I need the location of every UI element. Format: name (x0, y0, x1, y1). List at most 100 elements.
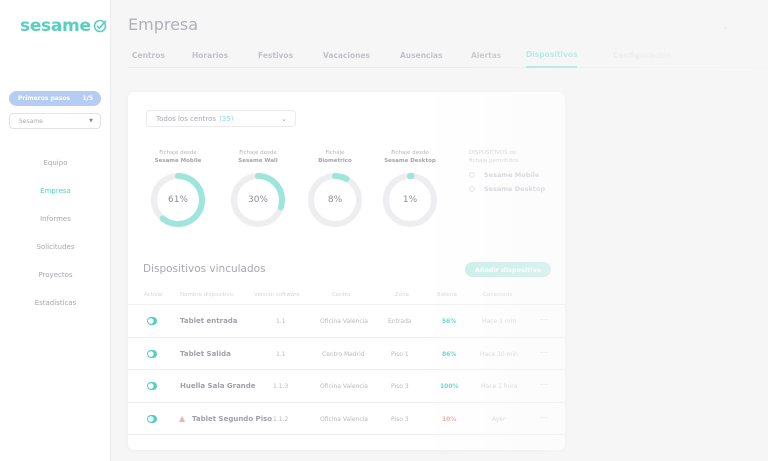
sidebar-item-informes[interactable]: Informes (0, 205, 111, 233)
col-header-version[interactable]: Versión software (254, 292, 300, 298)
devices-table: Activar Nombre dispositivo Versión softw… (128, 286, 565, 435)
tab-dispositivos[interactable]: Dispositivos (526, 42, 578, 68)
donut-value: 30% (247, 195, 268, 205)
stat-label: Fichaje Biométrico (302, 149, 368, 165)
sidebar-item-empresa[interactable]: Empresa (0, 177, 111, 205)
sidebar-item-equipo[interactable]: Equipo (0, 149, 111, 177)
stat-label-line2: Biométrico (318, 158, 352, 164)
allowed-devices-legend: DISPOSITIVOS de fichaje permitidos Sesam… (469, 149, 559, 193)
donut-value: 1% (402, 195, 418, 205)
stat-mobile: Fichaje desde Sesame Mobile 61% (145, 149, 211, 230)
caret-down-icon: ▼ (89, 118, 93, 124)
logo-text: sesame (20, 16, 91, 36)
sesame-logo[interactable]: sesame (20, 16, 107, 36)
stat-label-line2: Sesame Wall (238, 158, 278, 164)
centers-select[interactable]: Todos los centros (35) ⌄ (146, 110, 296, 127)
first-steps-label: Primeros pasos (18, 95, 71, 102)
legend-title-line2: fichaje permitidos (469, 158, 519, 164)
device-version: 1.1.2 (273, 415, 289, 423)
add-device-button[interactable]: Añadir dispositivo (465, 262, 551, 277)
stat-wall: Fichaje desde Sesame Wall 30% (225, 149, 291, 230)
toggle-on-icon[interactable] (147, 414, 157, 423)
tab-alertas[interactable]: Alertas (471, 42, 501, 68)
device-name: Huella Sala Grande (180, 382, 256, 390)
col-header-bateria[interactable]: Batería (437, 292, 457, 298)
legend-item-label: Sesame Mobile (484, 171, 540, 179)
device-zone: Piso 3 (391, 415, 409, 423)
row-options-icon[interactable]: ⋯ (540, 315, 548, 324)
sidebar-item-solicitudes[interactable]: Solicitudes (0, 233, 111, 261)
donut-chart: 30% (228, 170, 288, 230)
legend-item-desktop[interactable]: Sesame Desktop (469, 185, 559, 193)
device-battery: 56% (442, 318, 457, 325)
device-battery: 86% (442, 350, 457, 358)
legend-item-label: Sesame Desktop (484, 185, 546, 193)
row-options-icon[interactable]: ⋯ (540, 380, 548, 389)
first-steps-pill[interactable]: Primeros pasos 1/5 (9, 91, 101, 106)
device-battery: 100% (440, 383, 459, 390)
legend-item-mobile[interactable]: Sesame Mobile (469, 171, 559, 179)
col-header-activar[interactable]: Activar (144, 292, 163, 298)
device-version: 1.1.3 (273, 383, 289, 390)
stat-label-line1: Fichaje desde (239, 150, 277, 156)
tab-ausencias[interactable]: Ausencias (400, 42, 443, 68)
device-center: Oficina Valencia (320, 318, 368, 325)
sidebar-item-proyectos[interactable]: Proyectos (0, 261, 111, 289)
device-zone: Piso 3 (391, 383, 409, 390)
device-name: Tablet entrada (180, 317, 238, 325)
section-title: Dispositivos vinculados (143, 263, 266, 275)
legend-title-line1: DISPOSITIVOS de (469, 150, 517, 156)
table-row[interactable]: Huella Sala Grande 1.1.3 Oficina Valenci… (128, 370, 565, 403)
row-options-icon[interactable]: ⋯ (540, 348, 548, 357)
col-header-conectado[interactable]: Conectado (483, 292, 512, 298)
device-zone: Entrada (388, 318, 412, 325)
centers-select-label: Todos los centros (156, 114, 217, 123)
stat-label: Fichaje desde Sesame Wall (225, 149, 291, 165)
table-row[interactable]: Tablet entrada 1.1 Oficina Valencia Entr… (128, 305, 565, 338)
tab-centros[interactable]: Centros (132, 42, 165, 68)
device-center: Centro Madrid (322, 350, 365, 358)
stat-label-line1: Fichaje desde (391, 150, 429, 156)
radio-icon (469, 186, 475, 192)
device-last-seen: Hace 1 hora (481, 383, 518, 390)
device-version: 1.1 (276, 350, 286, 358)
sidebar-nav: Equipo Empresa Informes Solicitudes Proy… (0, 149, 111, 317)
stat-label-line1: Fichaje desde (159, 150, 197, 156)
donut-chart: 1% (380, 170, 440, 230)
chevron-down-icon: ⌄ (281, 114, 287, 123)
table-row[interactable]: ▲ Tablet Segundo Piso 1.1.2 Oficina Vale… (128, 403, 565, 435)
tab-bar: Centros Horarios Festivos Vacaciones Aus… (128, 42, 768, 68)
stat-label-line1: Fichaje (325, 150, 345, 156)
row-options-icon[interactable]: ⋯ (540, 413, 548, 422)
device-name: Tablet Salida (180, 349, 231, 358)
donut-value: 8% (327, 195, 343, 205)
tab-configuracion[interactable]: Configuración (613, 42, 672, 68)
toggle-on-icon[interactable] (147, 382, 157, 390)
table-row[interactable]: Tablet Salida 1.1 Centro Madrid Piso 1 8… (128, 338, 565, 370)
col-header-zona[interactable]: Zona (395, 292, 409, 298)
device-center: Oficina Valencia (320, 383, 368, 390)
tab-vacaciones[interactable]: Vacaciones (323, 42, 370, 68)
toggle-on-icon[interactable] (147, 349, 157, 358)
col-header-nombre[interactable]: Nombre dispositivo (180, 292, 233, 298)
donut-value: 61% (167, 195, 188, 205)
stat-label-line2: Sesame Desktop (384, 158, 436, 164)
company-select-value: Sesame (19, 117, 43, 125)
toggle-on-icon[interactable] (147, 317, 157, 325)
tab-festivos[interactable]: Festivos (258, 42, 293, 68)
device-last-seen: Ayer (492, 415, 506, 423)
stat-label-line2: Sesame Mobile (154, 158, 202, 164)
legend-title: DISPOSITIVOS de fichaje permitidos (469, 149, 559, 165)
device-battery: 10% (442, 415, 457, 423)
stat-biometric: Fichaje Biométrico 8% (302, 149, 368, 230)
col-header-centro[interactable]: Centro (332, 292, 350, 298)
device-version: 1.1 (276, 318, 286, 325)
tab-horarios[interactable]: Horarios (192, 42, 228, 68)
company-select[interactable]: Sesame ▼ (9, 113, 101, 129)
sidebar-item-estadisticas[interactable]: Estadísticas (0, 289, 111, 317)
sidebar: sesame Primeros pasos 1/5 Sesame ▼ Equip… (0, 0, 111, 461)
more-icon[interactable]: • (723, 24, 728, 33)
centers-count: (35) (219, 114, 234, 123)
device-name: Tablet Segundo Piso (192, 414, 273, 423)
device-last-seen: Hace 1 min (482, 318, 517, 325)
